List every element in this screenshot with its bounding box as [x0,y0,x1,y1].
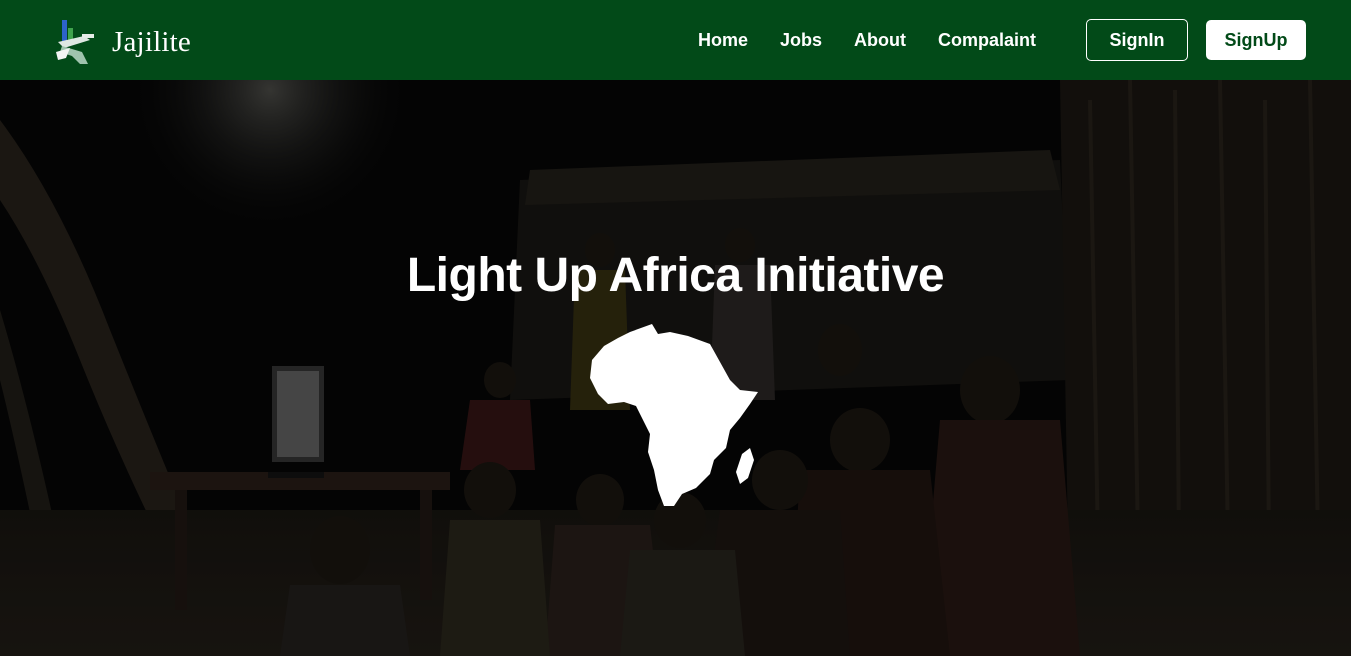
nav-complaint-link[interactable]: Compalaint [938,30,1036,51]
nav-about-link[interactable]: About [854,30,906,51]
hero-title: Light Up Africa Initiative [406,249,945,302]
africa-map-icon [590,324,758,506]
brand-name: Jajilite [112,25,191,58]
nav-jobs-link[interactable]: Jobs [780,30,822,51]
main-nav: Home Jobs About Compalaint [698,0,1036,80]
navbar: Jajilite Home Jobs About Compalaint Sign… [0,0,1351,80]
signup-button[interactable]: SignUp [1206,20,1306,60]
hero-section: Light Up Africa Initiative [0,80,1351,656]
signin-button[interactable]: SignIn [1086,19,1188,61]
nav-home-link[interactable]: Home [698,30,748,51]
brand[interactable]: Jajilite [54,18,191,66]
jajilite-logo-icon [56,20,94,64]
